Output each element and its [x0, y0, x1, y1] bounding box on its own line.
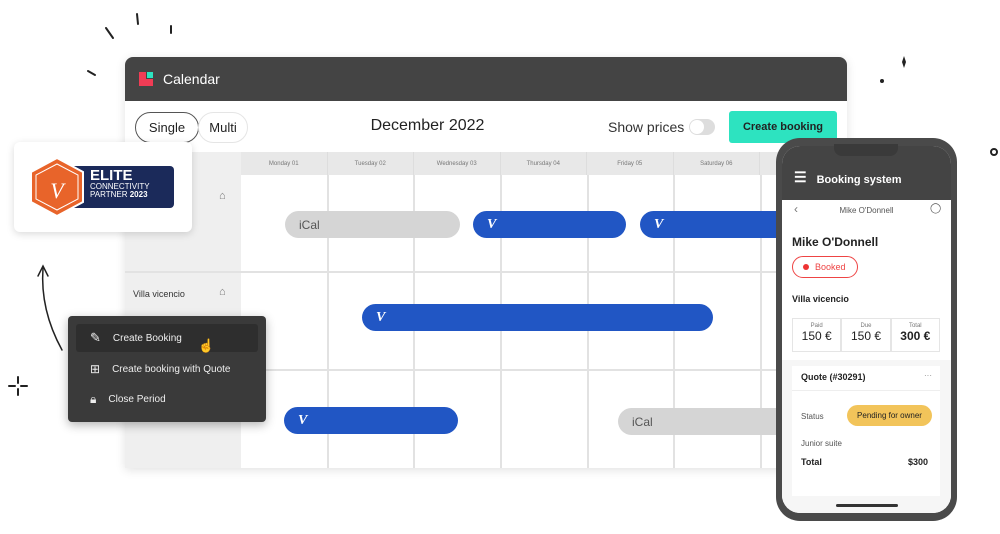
chat-icon[interactable]: ◯ [930, 203, 941, 214]
total-label: Total [801, 457, 822, 467]
row-divider [125, 271, 847, 273]
quote-card: Quote (#30291) ··· Status Pending for ow… [792, 366, 940, 496]
status-label: Status [801, 412, 824, 421]
vrbo-booking[interactable]: V [362, 304, 713, 331]
day-header: Friday 05 [587, 152, 674, 175]
multi-view-button[interactable]: Multi [198, 112, 248, 143]
day-header: Wednesday 03 [414, 152, 501, 175]
more-options-icon[interactable]: ··· [924, 371, 932, 380]
single-view-button[interactable]: Single [135, 112, 199, 143]
day-header-row: Monday 01 Tuesday 02 Wednesday 03 Thursd… [241, 152, 847, 175]
lock-icon: 🔒︎ [90, 391, 97, 406]
phone-mockup: ☰ Booking system ‹ Mike O'Donnell ◯ Mike … [776, 138, 957, 521]
ical-booking[interactable]: iCal [285, 211, 460, 238]
guest-name: Mike O'Donnell [792, 235, 879, 249]
show-prices-toggle[interactable] [689, 119, 715, 135]
quote-total: $300 [908, 457, 929, 467]
title-bar: Calendar [125, 57, 847, 101]
month-title: December 2022 [370, 117, 485, 134]
room-type: Junior suite [801, 439, 842, 448]
window-title: Calendar [163, 71, 220, 87]
total-amount: 300 € [900, 329, 931, 343]
property-name: Villa vicencio [792, 294, 849, 304]
hand-cursor-icon: ☝ [198, 338, 215, 353]
show-prices-label: Show prices [608, 119, 685, 135]
vrbo-booking[interactable]: V [473, 211, 626, 238]
menu-label: Create Booking [112, 332, 182, 344]
vrbo-booking[interactable]: V [284, 407, 458, 434]
day-header: Thursday 04 [501, 152, 587, 175]
phone-notch [834, 144, 898, 156]
badge-partner: PARTNER [90, 190, 128, 199]
amounts: Paid 150 € Due 150 € Total 300 € [792, 318, 940, 352]
menu-item-close-period[interactable]: 🔒︎ Close Period [76, 385, 258, 413]
elite-partner-badge: V ELITE CONNECTIVITY PARTNER 2023 [14, 142, 192, 232]
phone-screen: ☰ Booking system ‹ Mike O'Donnell ◯ Mike … [782, 146, 951, 513]
badge-year: 2023 [129, 190, 148, 199]
badge-title: ELITE [90, 167, 133, 184]
day-header: Saturday 06 [674, 152, 760, 175]
day-header: Monday 01 [241, 152, 328, 175]
day-header: Tuesday 02 [328, 152, 414, 175]
pencil-icon: ✎ [90, 330, 101, 345]
due-amount: 150 € [850, 329, 881, 343]
app-logo-icon [139, 71, 154, 86]
quote-title: Quote (#30291) [801, 372, 866, 382]
menu-item-create-booking[interactable]: ✎ Create Booking ☝ [76, 324, 258, 353]
home-icon: ⌂ [219, 190, 226, 202]
nav-title: Mike O'Donnell [839, 206, 894, 215]
home-icon: ⌂ [219, 286, 226, 298]
menu-item-create-booking-quote[interactable]: ⊞ Create booking with Quote [76, 355, 258, 383]
property-name: Villa vicencio [133, 289, 185, 299]
status-badge: Booked [792, 256, 858, 278]
menu-label: Close Period [108, 393, 166, 405]
quote-add-icon: ⊞ [90, 362, 101, 376]
paid-amount: 150 € [801, 329, 832, 343]
menu-icon[interactable]: ☰ [794, 169, 807, 186]
menu-label: Create booking with Quote [112, 363, 231, 375]
app-title: Booking system [816, 174, 902, 186]
context-menu: ✎ Create Booking ☝ ⊞ Create booking with Q… [68, 316, 266, 422]
quote-status-badge: Pending for owner [847, 405, 932, 426]
home-indicator [836, 504, 898, 507]
